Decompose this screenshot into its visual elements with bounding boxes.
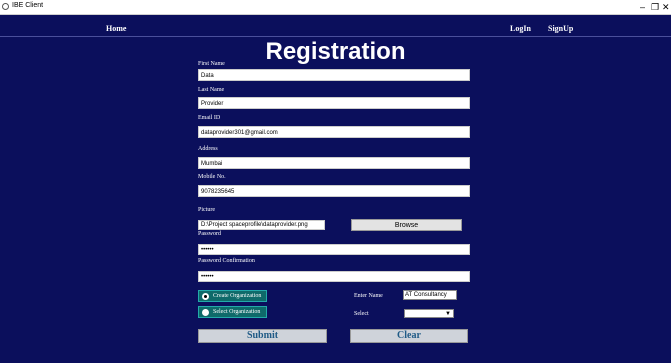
create-organization-label: Create Organization xyxy=(213,293,262,299)
password-field[interactable]: •••••• xyxy=(198,244,470,255)
select-organization-label: Select Organization xyxy=(213,309,261,315)
title-bar: IBE Client – ❐ ✕ xyxy=(0,0,671,15)
picture-label: Picture xyxy=(198,207,215,213)
email-field[interactable]: dataprovider301@gmail.com xyxy=(198,126,470,138)
minimize-button[interactable]: – xyxy=(640,0,645,14)
organization-select[interactable]: ▼ xyxy=(404,309,454,318)
last-name-field[interactable]: Provider xyxy=(198,97,470,109)
address-label: Address xyxy=(198,146,218,152)
first-name-label: First Name xyxy=(198,61,225,67)
nav-bar: Home LogIn SignUp xyxy=(0,21,671,37)
page-title: Registration xyxy=(265,38,406,65)
select-organization-radio[interactable]: Select Organization xyxy=(198,306,267,318)
maximize-button[interactable]: ❐ xyxy=(651,0,659,14)
last-name-label: Last Name xyxy=(198,87,225,93)
picture-path-field[interactable]: D:\Project spaceprofile\dataprovider.png xyxy=(198,220,325,230)
enter-name-label: Enter Name xyxy=(354,293,383,299)
address-field[interactable]: Mumbai xyxy=(198,157,470,169)
email-label: Email ID xyxy=(198,115,221,121)
select-label: Select xyxy=(354,311,369,317)
password-confirmation-label: Password Confirmation xyxy=(198,258,255,264)
nav-login[interactable]: LogIn xyxy=(510,24,531,33)
password-label: Password xyxy=(198,231,222,237)
radio-unselected-icon xyxy=(202,309,209,316)
create-organization-radio[interactable]: Create Organization xyxy=(198,290,267,302)
organization-name-input[interactable]: AT Consultancy xyxy=(403,290,457,300)
nav-signup[interactable]: SignUp xyxy=(548,24,573,33)
browse-button[interactable]: Browse xyxy=(351,219,462,231)
chevron-down-icon: ▼ xyxy=(445,311,451,317)
mobile-label: Mobile No. xyxy=(198,174,226,180)
password-confirmation-field[interactable]: •••••• xyxy=(198,271,470,282)
first-name-field[interactable]: Data xyxy=(198,69,470,81)
registration-window: IBE Client – ❐ ✕ Home LogIn SignUp Regis… xyxy=(0,0,671,363)
submit-button[interactable]: Submit xyxy=(198,329,327,343)
window-title: IBE Client xyxy=(12,2,44,9)
radio-selected-icon xyxy=(202,293,209,300)
mobile-field[interactable]: 9078235645 xyxy=(198,185,470,197)
clear-button[interactable]: Clear xyxy=(350,329,468,343)
close-button[interactable]: ✕ xyxy=(662,0,670,14)
nav-home[interactable]: Home xyxy=(106,24,126,33)
app-icon xyxy=(2,3,9,10)
